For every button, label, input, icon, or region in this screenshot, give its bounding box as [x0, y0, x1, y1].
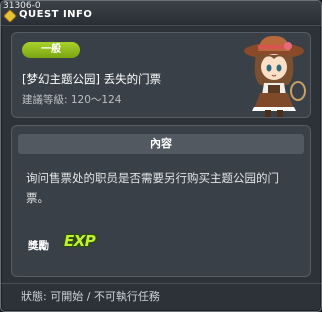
quest-diamond-icon — [2, 8, 18, 24]
status-bar: 狀態: 可開始 / 不可執行任務 — [1, 283, 321, 311]
quest-summary-panel: 一般 [梦幻主题公园] 丢失的门票 建議等級: 120～124 — [11, 32, 311, 118]
title-bar[interactable]: 31306-0 QUEST INFO — [1, 1, 321, 26]
exp-reward-icon: EXP — [64, 232, 96, 250]
quest-description: 询问售票处的职员是否需要另行购买主题公园的门票。 — [26, 171, 279, 205]
quest-info-window: 31306-0 QUEST INFO 一般 [梦幻主题公园] 丢失的门票 建議等… — [0, 0, 322, 312]
category-badge: 一般 — [22, 42, 80, 58]
quest-content-panel: 內容 询问售票处的职员是否需要另行购买主题公园的门票。 獎勵 EXP — [11, 125, 311, 277]
content-header: 內容 — [18, 134, 304, 154]
recommended-level: 建議等級: 120～124 — [22, 94, 122, 106]
quest-name: [梦幻主题公园] 丢失的门票 — [22, 72, 162, 86]
reward-label: 獎勵 — [28, 240, 49, 252]
window-title: QUEST INFO — [19, 9, 93, 20]
quest-status: 狀態: 可開始 / 不可執行任務 — [21, 290, 160, 303]
npc-portrait-icon — [244, 35, 306, 117]
